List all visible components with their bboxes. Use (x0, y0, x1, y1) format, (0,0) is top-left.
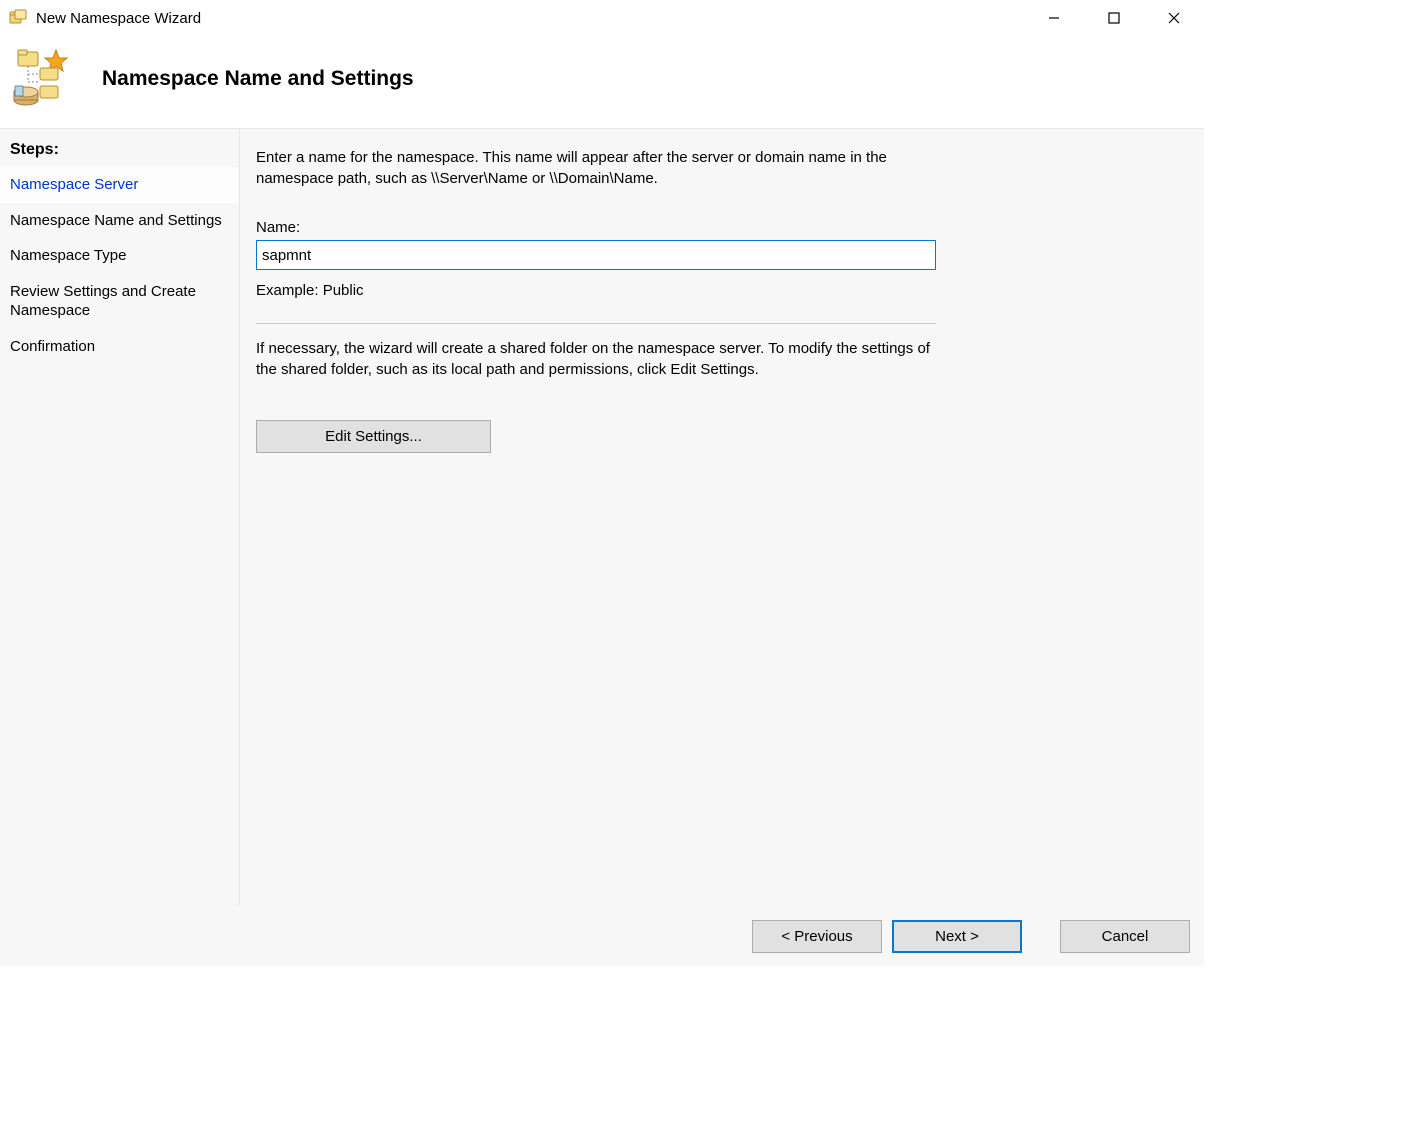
titlebar: New Namespace Wizard (0, 0, 1204, 36)
step-confirmation[interactable]: Confirmation (0, 329, 239, 365)
next-button[interactable]: Next > (892, 920, 1022, 953)
secondary-text: If necessary, the wizard will create a s… (256, 338, 936, 380)
intro-text: Enter a name for the namespace. This nam… (256, 147, 926, 189)
window-title: New Namespace Wizard (36, 10, 201, 27)
close-button[interactable] (1144, 0, 1204, 36)
wizard-steps-sidebar: Steps: Namespace Server Namespace Name a… (0, 129, 240, 906)
step-label: Confirmation (10, 338, 95, 355)
namespace-name-input[interactable] (256, 240, 936, 270)
cancel-button[interactable]: Cancel (1060, 920, 1190, 953)
maximize-button[interactable] (1084, 0, 1144, 36)
step-label: Namespace Type (10, 247, 126, 264)
step-review-create[interactable]: Review Settings and Create Namespace (0, 274, 239, 329)
wizard-footer: < Previous Next > Cancel (0, 906, 1204, 966)
wizard-content: Enter a name for the namespace. This nam… (240, 129, 1204, 906)
step-namespace-type[interactable]: Namespace Type (0, 238, 239, 274)
name-label: Name: (256, 219, 1180, 236)
app-icon (8, 8, 28, 28)
previous-button[interactable]: < Previous (752, 920, 882, 953)
wizard-header: Namespace Name and Settings (0, 36, 1204, 128)
edit-settings-button[interactable]: Edit Settings... (256, 420, 491, 453)
step-label: Review Settings and Create Namespace (10, 283, 196, 320)
page-title: Namespace Name and Settings (102, 67, 414, 91)
step-namespace-name-settings[interactable]: Namespace Name and Settings (0, 203, 239, 239)
separator (256, 323, 936, 324)
example-text: Example: Public (256, 282, 1180, 299)
steps-heading: Steps: (0, 137, 239, 167)
step-label: Namespace Server (10, 176, 138, 193)
step-label: Namespace Name and Settings (10, 212, 222, 229)
step-namespace-server[interactable]: Namespace Server (0, 167, 239, 203)
wizard-icon (12, 48, 74, 110)
minimize-button[interactable] (1024, 0, 1084, 36)
